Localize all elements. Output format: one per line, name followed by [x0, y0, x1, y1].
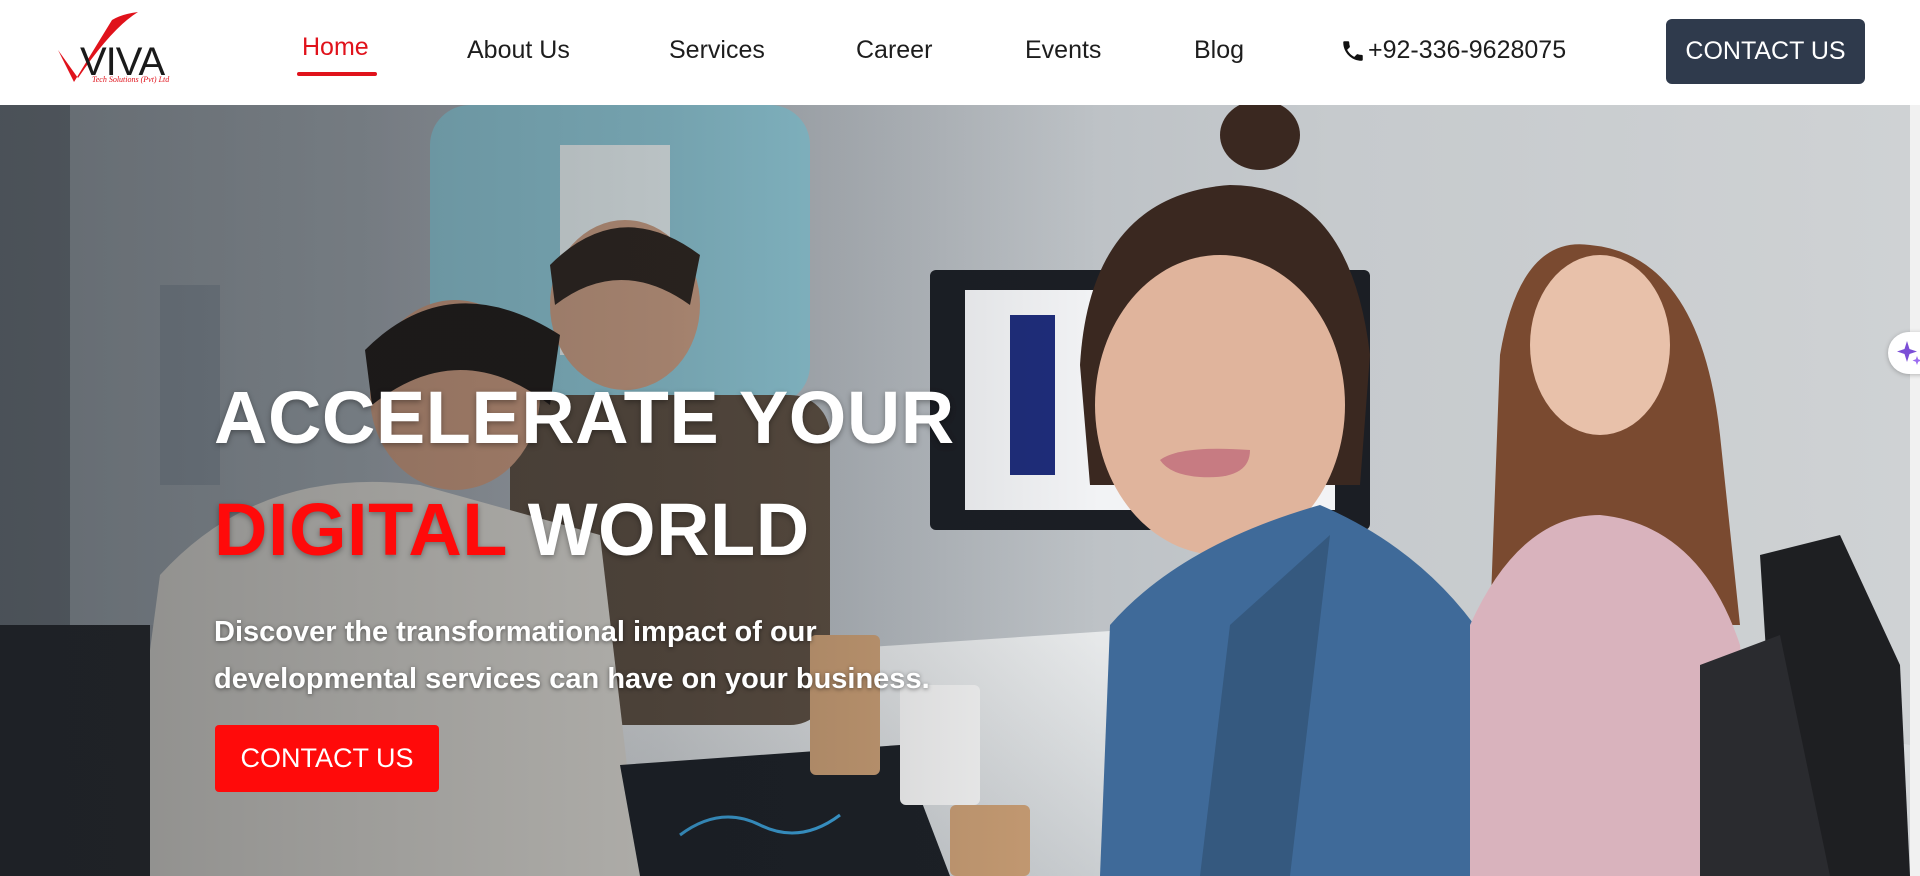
hero-subtext-line2: developmental services can have on your …	[214, 663, 930, 695]
hero-headline-highlight: DIGITAL	[214, 488, 507, 571]
hero-subtext: Discover the transformational impact of …	[214, 609, 974, 703]
hero-headline-word: WORLD	[527, 488, 810, 571]
hero-banner: ACCELERATE YOUR DIGITAL WORLD Discover t…	[0, 105, 1910, 876]
nav-home[interactable]: Home	[302, 33, 369, 62]
hero-contact-button[interactable]: CONTACT US	[215, 725, 439, 792]
nav-events[interactable]: Events	[1025, 36, 1101, 65]
nav-career[interactable]: Career	[856, 36, 932, 65]
header-contact-button[interactable]: CONTACT US	[1666, 19, 1865, 84]
nav-active-indicator	[297, 72, 377, 76]
sparkle-icon	[1897, 341, 1920, 365]
site-header: VIVA Tech Solutions (Pvt) Ltd Home About…	[0, 0, 1920, 105]
hero-headline-line2: DIGITAL WORLD	[214, 487, 810, 572]
hero-headline-line1: ACCELERATE YOUR	[214, 376, 955, 459]
phone-link[interactable]: +92-336-9628075	[1340, 36, 1566, 65]
logo-tagline: Tech Solutions (Pvt) Ltd	[92, 75, 170, 84]
company-logo[interactable]: VIVA Tech Solutions (Pvt) Ltd	[52, 10, 202, 90]
hero-subtext-line1: Discover the transformational impact of …	[214, 616, 817, 648]
nav-about-us[interactable]: About Us	[467, 36, 570, 65]
phone-icon	[1343, 40, 1363, 61]
nav-blog[interactable]: Blog	[1194, 36, 1244, 65]
nav-services[interactable]: Services	[669, 36, 765, 65]
page-scrollbar[interactable]	[1910, 0, 1920, 876]
phone-number: +92-336-9628075	[1368, 36, 1567, 64]
